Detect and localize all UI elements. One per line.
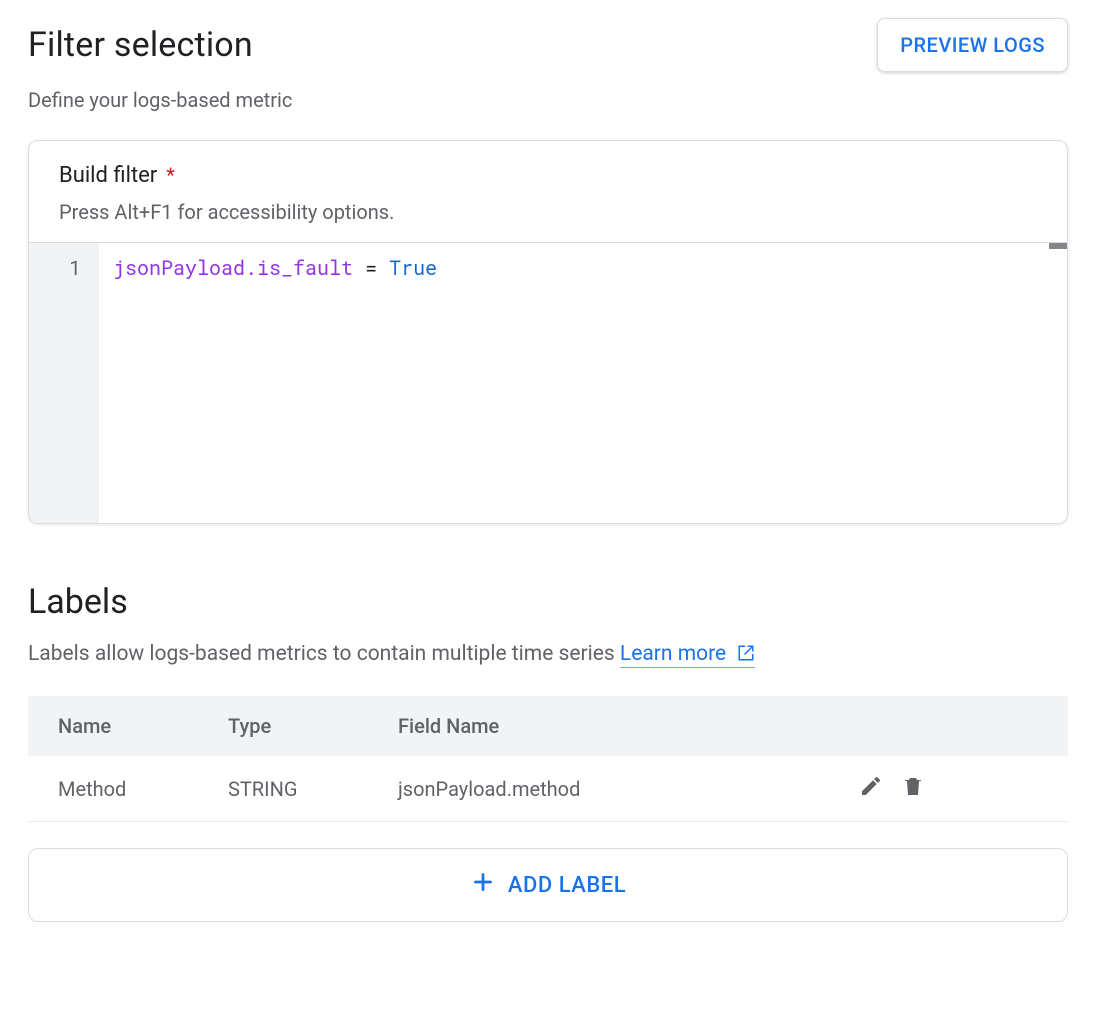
col-name: Name <box>28 696 198 756</box>
learn-more-text: Learn more <box>620 642 726 666</box>
build-filter-label: Build filter <box>59 163 157 188</box>
add-label-button[interactable]: ADD LABEL <box>28 848 1068 922</box>
required-star: * <box>166 163 175 187</box>
token-operator: = <box>365 255 377 281</box>
token-key: jsonPayload.is_fault <box>113 255 353 281</box>
cell-name: Method <box>28 756 198 822</box>
filter-subtitle: Define your logs-based metric <box>28 88 1068 112</box>
filter-selection-title: Filter selection <box>28 25 253 65</box>
code-content[interactable]: jsonPayload.is_fault = True <box>99 243 1067 523</box>
preview-logs-button[interactable]: PREVIEW LOGS <box>877 18 1068 72</box>
labels-table: Name Type Field Name Method STRING jsonP… <box>28 696 1068 822</box>
learn-more-link[interactable]: Learn more <box>620 642 755 668</box>
line-number: 1 <box>69 255 81 281</box>
edit-icon[interactable] <box>859 774 883 803</box>
token-value: True <box>389 255 437 281</box>
labels-description-text: Labels allow logs-based metrics to conta… <box>28 642 620 666</box>
table-row: Method STRING jsonPayload.method <box>28 756 1068 822</box>
labels-table-header-row: Name Type Field Name <box>28 696 1068 756</box>
filter-code-editor[interactable]: 1 jsonPayload.is_fault = True <box>29 243 1067 523</box>
add-label-text: ADD LABEL <box>508 873 626 898</box>
plus-icon <box>470 869 496 901</box>
cell-field: jsonPayload.method <box>368 756 829 822</box>
col-type: Type <box>198 696 368 756</box>
external-link-icon <box>737 644 755 668</box>
line-gutter: 1 <box>29 243 99 523</box>
build-filter-card: Build filter * Press Alt+F1 for accessib… <box>28 140 1068 524</box>
build-filter-hint: Press Alt+F1 for accessibility options. <box>59 200 1037 224</box>
cell-type: STRING <box>198 756 368 822</box>
labels-heading: Labels <box>28 582 1068 622</box>
scroll-indicator <box>1049 243 1067 249</box>
labels-description: Labels allow logs-based metrics to conta… <box>28 642 1068 668</box>
col-field: Field Name <box>368 696 829 756</box>
delete-icon[interactable] <box>901 774 925 803</box>
